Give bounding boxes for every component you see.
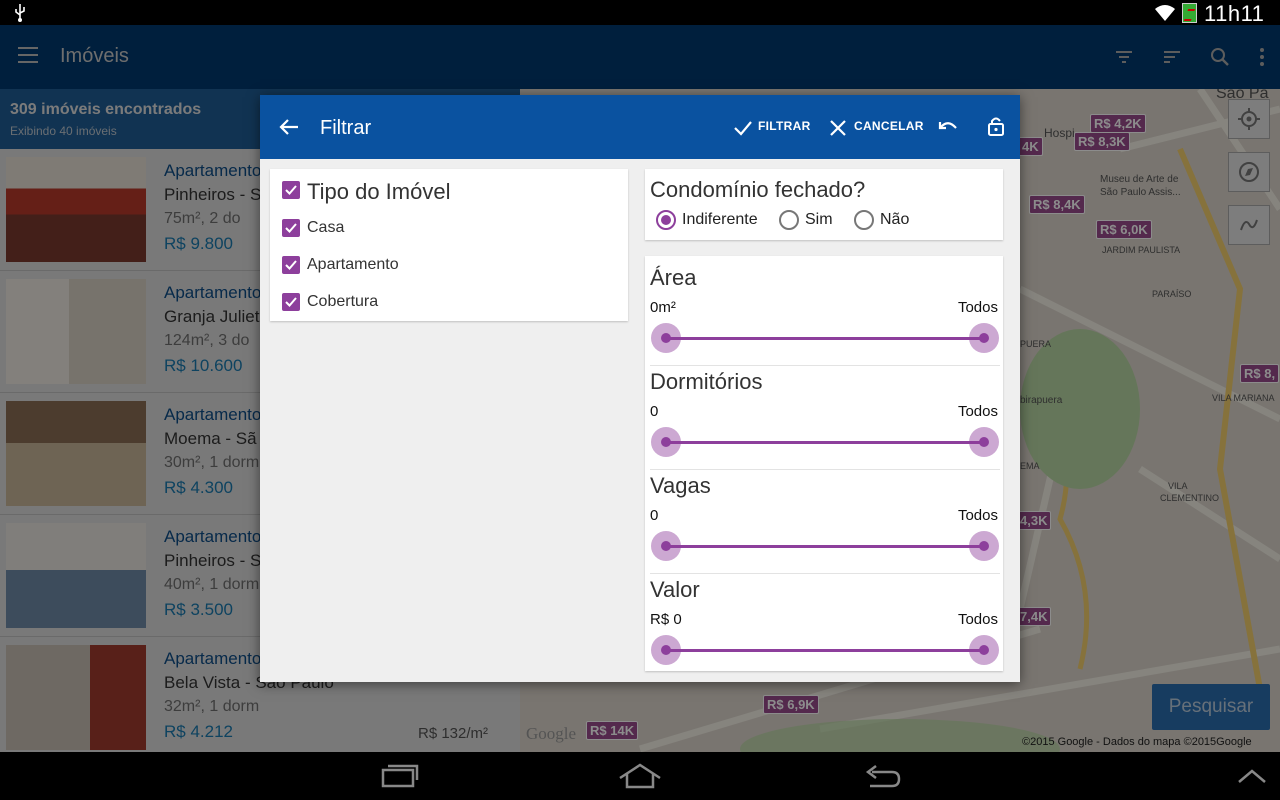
check-icon[interactable] (732, 117, 754, 139)
range-title-area: Área (650, 265, 697, 290)
gated-condo-card: Condomínio fechado? Indiferente Sim Não (645, 169, 1003, 240)
range-title-vagas: Vagas (650, 473, 711, 498)
range-max-vagas: Todos (957, 507, 998, 524)
check-icon (285, 185, 297, 195)
filter-dialog: Filtrar FILTRAR CANCELAR Tipo do Imóvel … (260, 95, 1020, 682)
range-low-handle-valor[interactable] (651, 635, 681, 665)
dialog-title: Filtrar (320, 117, 372, 139)
checkbox-apartamento[interactable] (282, 256, 300, 274)
property-type-all-checkbox[interactable] (282, 181, 300, 199)
divider (650, 573, 1000, 574)
lock-open-icon[interactable] (985, 115, 1007, 137)
check-icon (285, 260, 297, 270)
wifi-icon (1155, 5, 1175, 21)
range-high-handle-dormitorios[interactable] (969, 427, 999, 457)
filter-button[interactable]: FILTRAR (758, 119, 811, 133)
home-icon[interactable] (617, 762, 663, 790)
undo-icon[interactable] (937, 116, 959, 138)
divider (650, 365, 1000, 366)
property-type-card: Tipo do Imóvel Casa Apartamento Cobertur… (270, 169, 628, 321)
clock: 11h11 (1204, 1, 1265, 26)
divider (650, 469, 1000, 470)
range-low-handle-vagas[interactable] (651, 531, 681, 561)
ranges-card: Área 0m² Todos Dormitórios 0 Todos Vagas… (645, 256, 1003, 671)
chevron-up-icon[interactable] (1236, 762, 1268, 790)
range-min-vagas: 0 (650, 507, 659, 524)
checkbox-label[interactable]: Apartamento (307, 256, 399, 274)
back-arrow-icon[interactable] (278, 116, 300, 138)
range-max-area: Todos (957, 299, 998, 316)
status-bar: 11h11 (0, 0, 1280, 26)
checkbox-label[interactable]: Casa (307, 219, 344, 237)
range-track-vagas (665, 545, 985, 548)
radio-nao[interactable] (854, 210, 874, 230)
range-high-handle-vagas[interactable] (969, 531, 999, 561)
range-high-handle-area[interactable] (969, 323, 999, 353)
range-min-valor: R$ 0 (650, 611, 682, 628)
range-low-handle-area[interactable] (651, 323, 681, 353)
back-icon[interactable] (862, 762, 902, 790)
radio-label[interactable]: Indiferente (682, 211, 758, 229)
cancel-button[interactable]: CANCELAR (854, 119, 924, 133)
close-icon[interactable] (827, 117, 849, 139)
check-icon (285, 297, 297, 307)
radio-sim[interactable] (779, 210, 799, 230)
range-track-area (665, 337, 985, 340)
checkbox-label[interactable]: Cobertura (307, 293, 378, 311)
radio-label[interactable]: Sim (805, 211, 833, 229)
gated-condo-title: Condomínio fechado? (650, 177, 866, 202)
range-min-area: 0m² (650, 299, 676, 316)
range-track-dormitorios (665, 441, 985, 444)
dialog-toolbar: Filtrar FILTRAR CANCELAR (260, 95, 1020, 159)
check-icon (285, 223, 297, 233)
range-min-dormitorios: 0 (650, 403, 659, 420)
range-title-dormitorios: Dormitórios (650, 369, 763, 394)
usb-icon (15, 4, 25, 22)
range-max-valor: Todos (957, 611, 998, 628)
system-nav-bar (0, 752, 1280, 800)
range-track-valor (665, 649, 985, 652)
range-title-valor: Valor (650, 577, 700, 602)
checkbox-casa[interactable] (282, 219, 300, 237)
radio-label[interactable]: Não (880, 211, 909, 229)
battery-icon (1182, 3, 1197, 23)
recent-apps-icon[interactable] (380, 762, 420, 790)
radio-indiferente[interactable] (656, 210, 676, 230)
property-type-title: Tipo do Imóvel (307, 179, 451, 204)
range-max-dormitorios: Todos (957, 403, 998, 420)
range-high-handle-valor[interactable] (969, 635, 999, 665)
range-low-handle-dormitorios[interactable] (651, 427, 681, 457)
checkbox-cobertura[interactable] (282, 293, 300, 311)
